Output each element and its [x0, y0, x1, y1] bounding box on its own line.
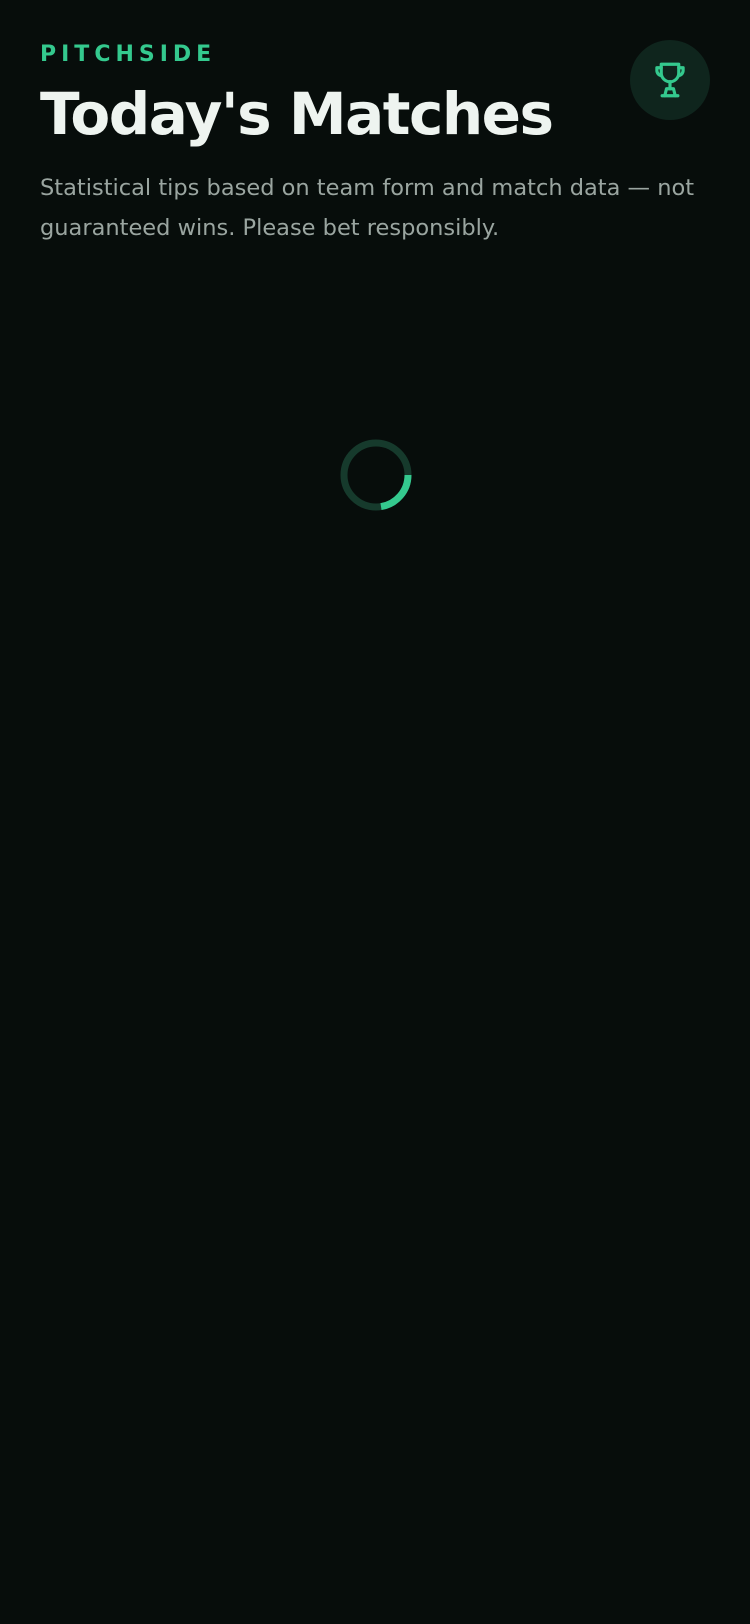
trophy-icon [655, 62, 685, 98]
brand-label: PITCHSIDE [40, 42, 217, 67]
screen: PITCHSIDE Today's Matches Statistical ti… [0, 0, 750, 1624]
loading-spinner [339, 438, 413, 512]
page-title: Today's Matches [40, 80, 554, 148]
loading-spinner-icon [340, 439, 412, 511]
header: PITCHSIDE Today's Matches Statistical ti… [40, 40, 710, 248]
disclaimer-text: Statistical tips based on team form and … [40, 175, 695, 241]
trophy-button[interactable] [630, 40, 710, 120]
